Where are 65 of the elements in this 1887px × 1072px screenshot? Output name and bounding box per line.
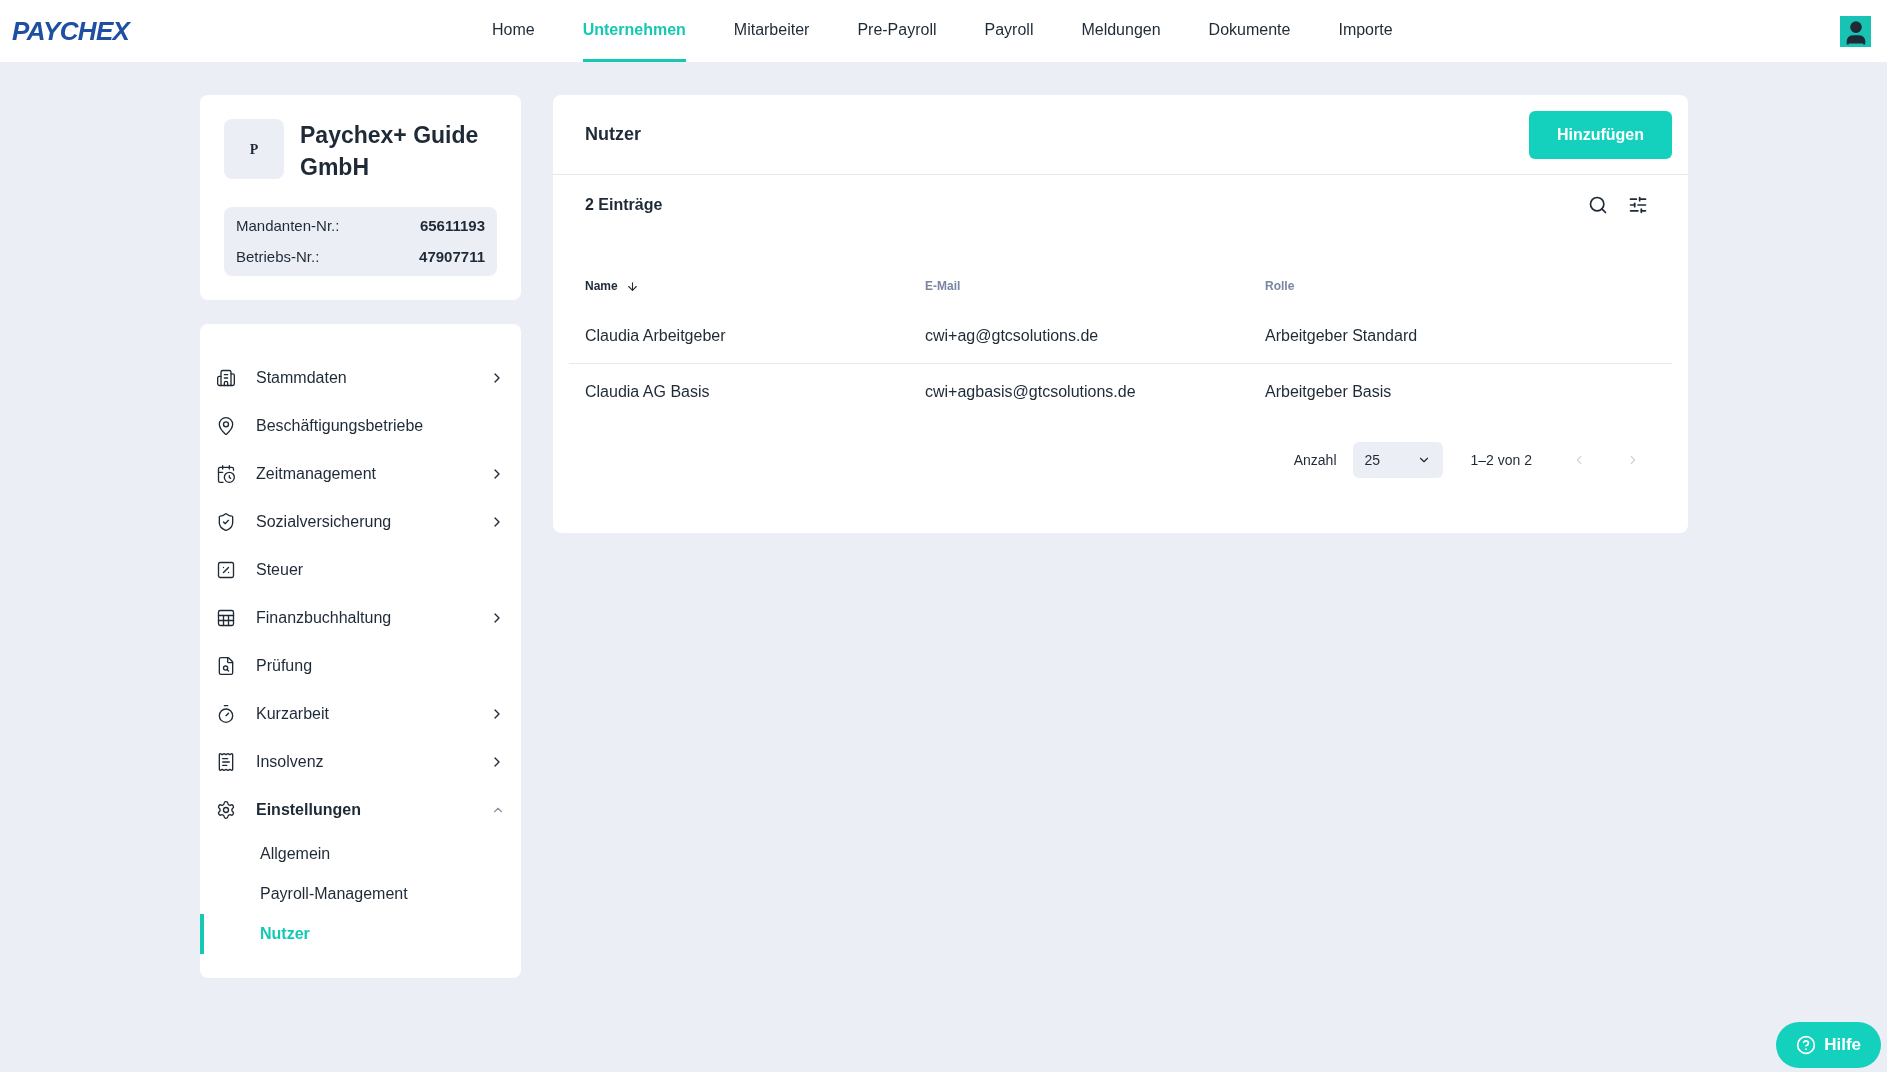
page-size-label: Anzahl: [1293, 450, 1337, 470]
info-value: 47907711: [419, 246, 485, 267]
timer-icon: [216, 704, 236, 724]
sidebar-label: Zeitmanagement: [256, 464, 378, 484]
sidebar-label: Einstellungen: [256, 800, 362, 820]
sidebar-item[interactable]: Sozialversicherung: [200, 498, 521, 546]
sidebar-label: Insolvenz: [256, 752, 325, 772]
nav-tab[interactable]: Home: [492, 0, 535, 62]
spreadsheet-icon: [216, 608, 236, 628]
sidebar-label: Prüfung: [256, 656, 314, 676]
sort-arrow-icon: [625, 279, 639, 293]
info-label: Mandanten-Nr.:: [236, 216, 340, 236]
sidebar-item[interactable]: Einstellungen: [200, 786, 521, 834]
sidebar-item[interactable]: Zeitmanagement: [200, 450, 521, 498]
nav-tab[interactable]: Mitarbeiter: [733, 0, 810, 62]
nav-tab[interactable]: Payroll: [984, 0, 1034, 62]
column-header[interactable]: Name: [585, 277, 618, 295]
shield-icon: [216, 512, 236, 532]
sidebar-item[interactable]: Kurzarbeit: [200, 690, 521, 738]
column-header[interactable]: Rolle: [1265, 277, 1295, 295]
percent-icon: [216, 560, 236, 580]
page-range: 1–2 von 2: [1470, 450, 1532, 470]
settings-icon: [216, 800, 236, 820]
page-size-select[interactable]: 25: [1352, 442, 1443, 478]
help-icon: [1796, 1035, 1817, 1055]
sidebar-subitem[interactable]: Payroll-Management: [200, 874, 521, 914]
sidebar-item[interactable]: Finanzbuchhaltung: [200, 594, 521, 642]
nav-tab[interactable]: Dokumente: [1208, 0, 1291, 62]
logo[interactable]: PAYCHEX: [12, 11, 492, 51]
sidebar-label: Finanzbuchhaltung: [256, 608, 393, 628]
building-icon: [216, 368, 236, 388]
sidebar-item[interactable]: Insolvenz: [200, 738, 521, 786]
sidebar-label: Kurzarbeit: [256, 704, 330, 724]
company-initial: P: [224, 119, 284, 179]
sidebar-label: Sozialversicherung: [256, 512, 393, 532]
table-cell-text: cwi+ag@gtcsolutions.de: [925, 325, 1100, 346]
sidebar-label: Beschäftigungsbetriebe: [256, 416, 425, 436]
filter-icon[interactable]: [1628, 195, 1648, 215]
column-header[interactable]: E-Mail: [925, 277, 961, 295]
search-icon[interactable]: [1588, 195, 1608, 215]
avatar[interactable]: [1840, 15, 1871, 47]
sidebar-item[interactable]: Stammdaten: [200, 354, 521, 402]
sidebar-subitem[interactable]: Allgemein: [200, 834, 521, 874]
calendar-clock-icon: [216, 464, 236, 484]
nav-tab[interactable]: Meldungen: [1081, 0, 1161, 62]
receipt-icon: [216, 752, 236, 772]
pin-icon: [216, 416, 236, 436]
sidebar-item[interactable]: Prüfung: [200, 642, 521, 690]
table-cell-text: Arbeitgeber Basis: [1265, 382, 1393, 402]
table-cell-text: cwi+agbasis@gtcsolutions.de: [925, 382, 1137, 402]
info-label: Betriebs-Nr.:: [236, 246, 320, 267]
file-search-icon: [216, 656, 236, 676]
sidebar-label: Stammdaten: [256, 368, 348, 388]
entry-count: 2 Einträge: [585, 195, 663, 215]
info-value: 65611193: [419, 216, 485, 236]
table-cell-text: Claudia Arbeitgeber: [585, 325, 727, 346]
sidebar-label: Steuer: [256, 560, 305, 580]
table-cell-text: Claudia AG Basis: [585, 382, 711, 402]
sidebar-item[interactable]: Steuer: [200, 546, 521, 594]
panel-title: Nutzer: [585, 123, 641, 146]
nav-tab[interactable]: Importe: [1338, 0, 1393, 62]
table-cell-text: Arbeitgeber Standard: [1265, 325, 1419, 346]
sidebar-item[interactable]: Beschäftigungsbetriebe: [200, 402, 521, 450]
company-name: Paychex+ Guide GmbH: [300, 121, 480, 182]
nav-tab[interactable]: Pre-Payroll: [857, 0, 937, 62]
